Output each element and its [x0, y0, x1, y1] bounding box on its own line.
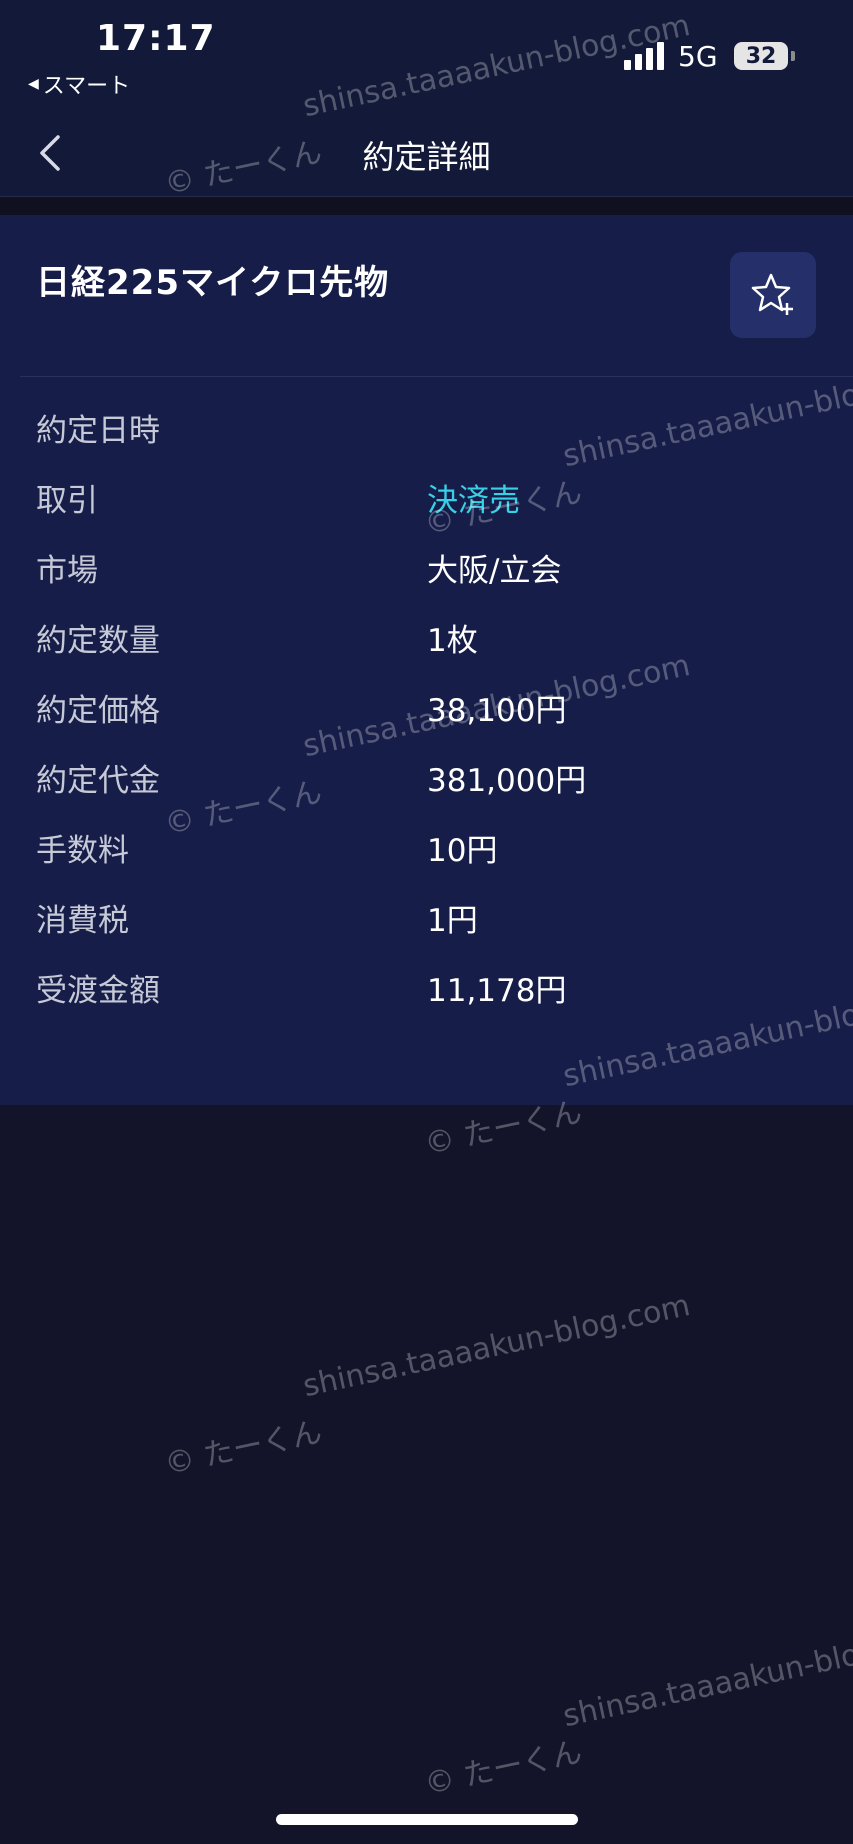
- watermark-site: shinsa.taaaakun-blog.com: [300, 1287, 694, 1405]
- detail-value: 10円: [427, 833, 498, 869]
- detail-value: 1円: [427, 903, 478, 939]
- detail-value: 大阪/立会: [427, 553, 562, 589]
- page-title: 約定詳細: [362, 138, 491, 176]
- battery-icon: 32: [734, 42, 788, 70]
- detail-row-market: 市場 大阪/立会: [0, 531, 853, 601]
- signal-icon: [624, 42, 664, 70]
- detail-row-tax: 消費税 1円: [0, 881, 853, 951]
- network-type: 5G: [678, 40, 718, 73]
- add-favorite-button[interactable]: [730, 252, 816, 338]
- detail-row-trade-type: 取引 決済売: [0, 461, 853, 531]
- watermark-author: © たーくん: [421, 1734, 586, 1803]
- detail-label: 手数料: [36, 833, 129, 869]
- star-plus-icon: [751, 273, 793, 315]
- detail-label: 市場: [36, 553, 98, 589]
- watermark-author: © たーくん: [161, 1414, 326, 1483]
- detail-label: 取引: [36, 483, 98, 519]
- product-name: 日経225マイクロ先物: [36, 263, 390, 303]
- status-bar: 17:17 ◀ スマート 5G 32: [0, 0, 853, 110]
- detail-row-price: 約定価格 38,100円: [0, 671, 853, 741]
- detail-list: 約定日時 取引 決済売 市場 大阪/立会 約定数量 1枚 約定価格 38,100…: [0, 391, 853, 1021]
- detail-row-amount: 約定代金 381,000円: [0, 741, 853, 811]
- nav-bar: 約定詳細: [0, 110, 853, 197]
- detail-label: 約定数量: [36, 623, 160, 659]
- trade-detail-card: 日経225マイクロ先物 約定日時 取引 決済売 市場 大阪/立会 約定数量 1枚…: [0, 215, 853, 1105]
- detail-row-trade-datetime: 約定日時: [0, 391, 853, 461]
- detail-row-settlement: 受渡金額 11,178円: [0, 951, 853, 1021]
- detail-label: 消費税: [36, 903, 129, 939]
- detail-value: 決済売: [427, 483, 520, 519]
- detail-label: 受渡金額: [36, 973, 160, 1009]
- detail-row-quantity: 約定数量 1枚: [0, 601, 853, 671]
- divider: [0, 197, 853, 215]
- home-indicator[interactable]: [276, 1814, 578, 1825]
- battery-level: 32: [745, 43, 777, 69]
- back-triangle-icon: ◀: [28, 76, 39, 92]
- detail-value: 1枚: [427, 623, 478, 659]
- back-app-label: スマート: [42, 74, 131, 99]
- detail-label: 約定日時: [36, 413, 160, 449]
- detail-label: 約定価格: [36, 693, 160, 729]
- detail-value: 38,100円: [427, 693, 567, 729]
- card-divider: [20, 376, 853, 377]
- detail-row-commission: 手数料 10円: [0, 811, 853, 881]
- watermark-site: shinsa.taaaakun-blog.com: [560, 1617, 853, 1735]
- detail-value: 381,000円: [427, 763, 587, 799]
- detail-label: 約定代金: [36, 763, 160, 799]
- detail-value: 11,178円: [427, 973, 567, 1009]
- status-time: 17:17: [96, 18, 216, 59]
- battery-cap: [791, 51, 795, 61]
- back-to-app-link[interactable]: ◀ スマート: [28, 68, 130, 100]
